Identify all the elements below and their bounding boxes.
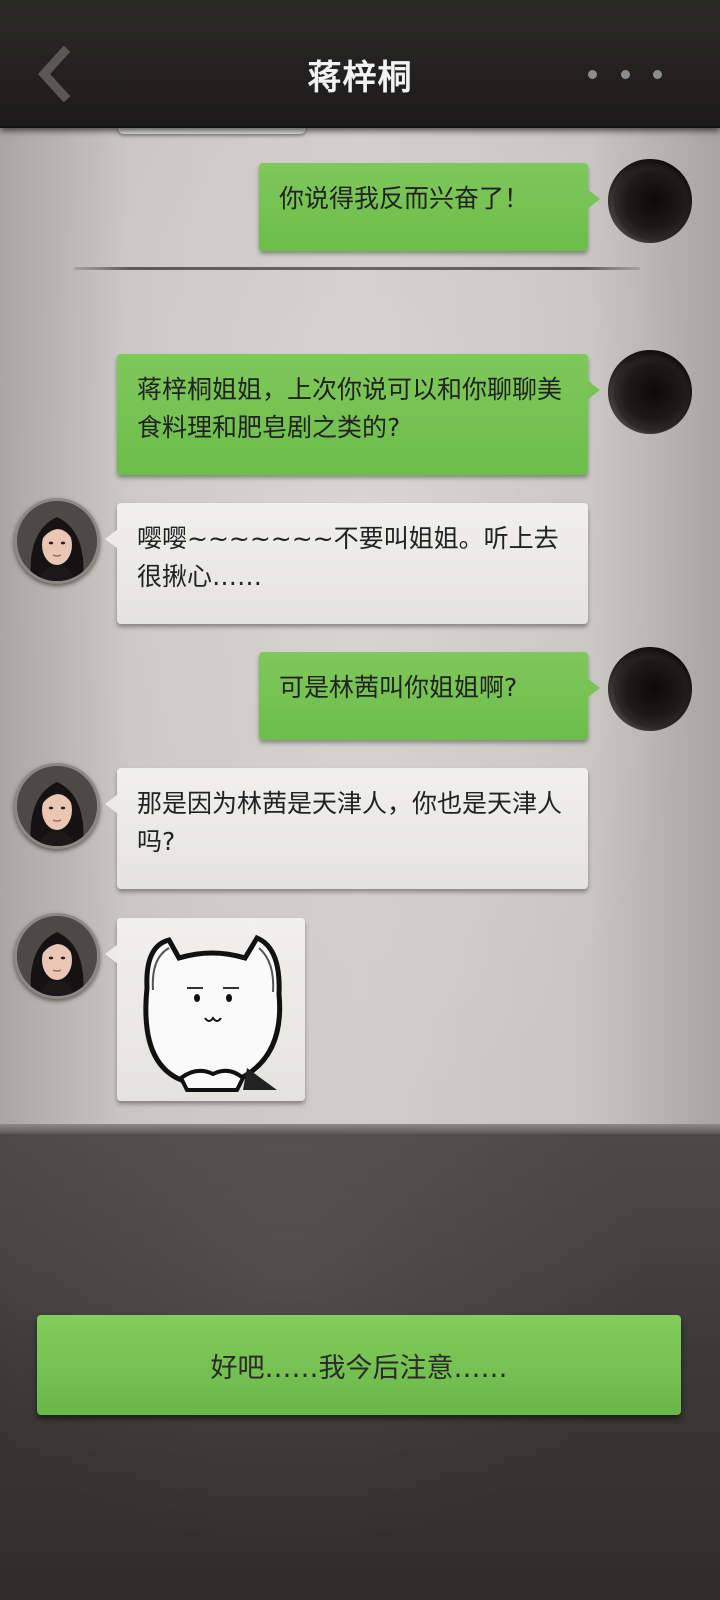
contact-avatar[interactable] bbox=[14, 763, 100, 849]
more-dots-icon bbox=[588, 69, 597, 79]
my-avatar[interactable] bbox=[608, 647, 692, 731]
avatar-portrait-icon bbox=[17, 916, 97, 996]
reply-option-button[interactable]: 好吧……我今后注意…… bbox=[37, 1315, 681, 1415]
top-bar: 蒋梓桐 bbox=[0, 0, 720, 128]
message-bubble-incoming: 那是因为林茜是天津人，你也是天津人吗? bbox=[105, 768, 588, 889]
sticker-message[interactable] bbox=[105, 918, 305, 1101]
message-bubble-incoming: 嘤嘤~~~~~~~不要叫姐姐。听上去很揪心…… bbox=[105, 503, 588, 624]
my-avatar[interactable] bbox=[608, 159, 692, 243]
contact-avatar[interactable] bbox=[14, 913, 100, 999]
section-divider bbox=[74, 267, 640, 270]
message-bubble-outgoing: 你说得我反而兴奋了！ bbox=[259, 163, 600, 251]
avatar-portrait-icon bbox=[17, 766, 97, 846]
avatar-portrait-icon bbox=[17, 501, 97, 581]
message-bubble-outgoing: 可是林茜叫你姐姐啊? bbox=[259, 652, 600, 740]
cat-sticker-icon bbox=[143, 934, 283, 1092]
contact-avatar[interactable] bbox=[14, 498, 100, 584]
my-avatar[interactable] bbox=[608, 350, 692, 434]
message-bubble-outgoing: 蒋梓桐姐姐，上次你说可以和你聊聊美食料理和肥皂剧之类的? bbox=[117, 354, 600, 475]
chat-history[interactable]: 你说得我反而兴奋了！ 蒋梓桐姐姐，上次你说可以和你聊聊美食料理和肥皂剧之类的? … bbox=[0, 126, 720, 1134]
more-options-button[interactable] bbox=[588, 64, 662, 84]
